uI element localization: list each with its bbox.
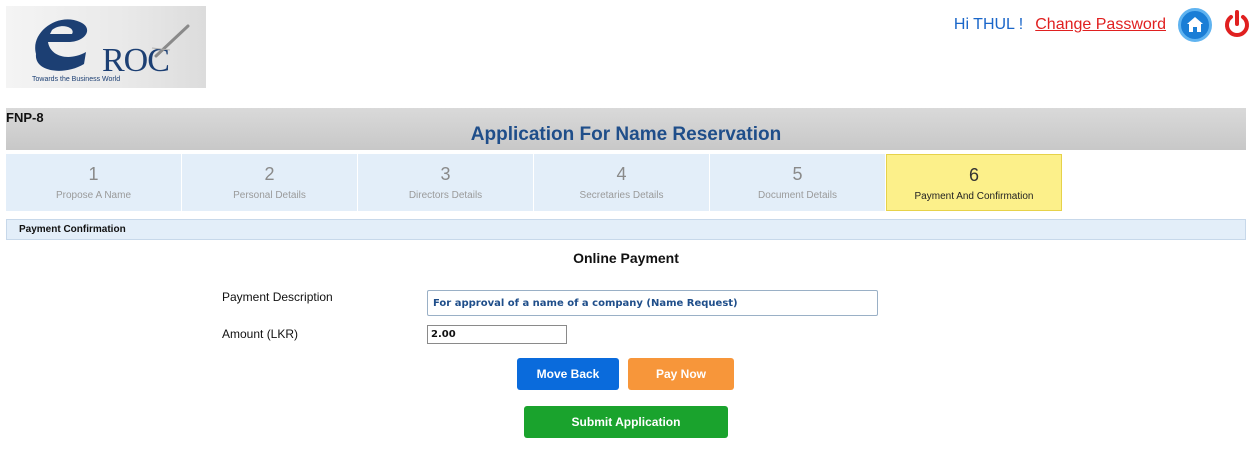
step-number: 3 — [440, 164, 451, 184]
step-number: 4 — [616, 164, 627, 184]
home-icon — [1187, 17, 1203, 32]
step-document-details[interactable]: 5 Document Details — [710, 154, 886, 211]
payment-description-label: Payment Description — [222, 290, 333, 304]
page-title: Application For Name Reservation — [470, 124, 782, 145]
step-payment-confirmation[interactable]: 6 Payment And Confirmation — [886, 154, 1062, 211]
step-personal-details[interactable]: 2 Personal Details — [182, 154, 358, 211]
submit-application-button[interactable]: Submit Application — [524, 406, 728, 438]
change-password-link[interactable]: Change Password — [1035, 16, 1166, 34]
step-label: Document Details — [758, 190, 837, 201]
step-label: Payment And Confirmation — [914, 191, 1034, 202]
amount-field[interactable] — [427, 325, 567, 344]
step-number: 2 — [264, 164, 275, 184]
pen-icon — [151, 24, 190, 58]
user-bar: Hi THUL ! Change Password — [954, 8, 1252, 42]
step-number: 5 — [792, 164, 803, 184]
step-label: Personal Details — [233, 190, 306, 201]
payment-heading: Online Payment — [573, 250, 679, 266]
step-number: 6 — [968, 165, 979, 185]
power-icon — [1225, 10, 1249, 37]
user-greeting: Hi THUL ! — [953, 16, 1024, 33]
step-propose-name[interactable]: 1 Propose A Name — [6, 154, 182, 211]
logo-e-icon — [35, 19, 88, 71]
pay-now-button[interactable]: Pay Now — [628, 358, 734, 390]
section-header: Payment Confirmation — [6, 219, 1246, 240]
form-code: FNP-8 — [6, 110, 44, 125]
step-label: Secretaries Details — [579, 190, 664, 201]
amount-label: Amount (LKR) — [222, 327, 299, 341]
step-label: Propose A Name — [55, 190, 132, 201]
page: ROC Towards the Business World Hi THUL !… — [0, 0, 1252, 462]
step-number: 1 — [88, 164, 99, 184]
logout-button[interactable] — [1222, 8, 1252, 42]
move-back-button[interactable]: Move Back — [517, 358, 619, 390]
eroc-logo: ROC Towards the Business World — [6, 6, 206, 88]
wizard-steps: 1 Propose A Name 2 Personal Details 3 Di… — [6, 154, 1062, 211]
step-label: Directors Details — [408, 190, 483, 201]
logo-tagline: Towards the Business World — [32, 76, 121, 83]
step-directors-details[interactable]: 3 Directors Details — [358, 154, 534, 211]
home-button[interactable] — [1178, 8, 1212, 42]
payment-description-field[interactable] — [427, 290, 878, 316]
step-secretaries-details[interactable]: 4 Secretaries Details — [534, 154, 710, 211]
form-header: FNP-8 Application For Name Reservation — [6, 108, 1246, 150]
